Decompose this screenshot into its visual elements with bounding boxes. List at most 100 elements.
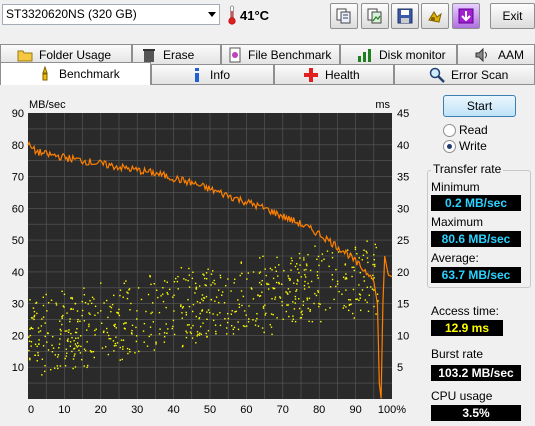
access-time-point — [347, 309, 350, 312]
access-time-point — [349, 299, 352, 301]
access-time-point — [59, 338, 61, 340]
access-time-point — [259, 271, 262, 273]
access-time-point — [185, 314, 188, 316]
access-time-point — [137, 287, 140, 289]
access-time-point — [188, 305, 191, 308]
access-time-point — [304, 280, 306, 283]
access-time-point — [264, 314, 266, 316]
save-button[interactable] — [391, 3, 419, 29]
access-time-point — [314, 292, 316, 295]
access-time-point — [119, 346, 121, 349]
access-time-point — [195, 342, 197, 344]
download-button[interactable] — [452, 3, 480, 29]
x-tick-label: 40 — [167, 404, 179, 416]
access-time-point — [159, 328, 161, 330]
access-time-point — [126, 297, 129, 300]
access-time-point — [373, 254, 375, 256]
access-time-point — [189, 331, 192, 333]
access-time-point — [345, 273, 347, 275]
info-icon — [195, 68, 199, 82]
access-time-point — [59, 365, 62, 367]
access-time-point — [34, 343, 37, 346]
access-time-point — [262, 307, 265, 309]
access-time-point — [366, 240, 368, 242]
access-time-point — [257, 294, 259, 297]
minimum-value: 0.2 MB/sec — [431, 195, 521, 211]
access-time-point — [370, 286, 372, 288]
access-time-point — [344, 278, 347, 280]
access-time-point — [237, 321, 239, 323]
access-time-point — [70, 297, 72, 299]
access-time-point — [173, 294, 175, 297]
access-time-point — [235, 310, 237, 313]
speaker-icon — [475, 47, 487, 63]
access-time-point — [143, 341, 145, 343]
tab-folder-usage[interactable]: Folder Usage — [0, 44, 132, 64]
access-time-point — [88, 323, 90, 326]
chevron-down-icon — [208, 12, 216, 17]
copy-text-button[interactable] — [330, 3, 358, 29]
access-time-point — [42, 296, 45, 298]
read-radio[interactable] — [443, 124, 456, 137]
access-time-point — [142, 330, 145, 332]
tab-aam[interactable]: AAM — [457, 44, 535, 64]
access-time-point — [335, 285, 337, 288]
options-button[interactable] — [421, 3, 449, 29]
access-time-point — [285, 310, 288, 313]
access-time-point — [140, 298, 143, 301]
file-benchmark-icon — [229, 47, 241, 63]
access-time-point — [374, 243, 377, 246]
access-time-point — [270, 313, 273, 315]
access-time-point — [69, 318, 71, 320]
access-time-point — [90, 351, 92, 353]
access-time-point — [274, 266, 277, 269]
tab-disk-monitor[interactable]: Disk monitor — [340, 44, 457, 64]
access-time-point — [153, 349, 155, 351]
access-time-point — [173, 280, 176, 283]
tab-erase[interactable]: Erase — [132, 44, 221, 64]
access-time-point — [169, 288, 171, 291]
access-time-point — [331, 274, 333, 276]
copy-image-button[interactable] — [361, 3, 389, 29]
access-time-point — [198, 334, 201, 336]
access-time-point — [50, 368, 52, 371]
access-time-point — [68, 329, 70, 331]
exit-button[interactable]: Exit — [490, 3, 535, 29]
tab-health[interactable]: Health — [274, 64, 394, 84]
access-time-point — [359, 297, 361, 299]
tab-error-scan[interactable]: Error Scan — [394, 64, 535, 84]
access-time-point — [272, 277, 275, 280]
access-time-point — [129, 309, 131, 311]
access-time-point — [230, 324, 233, 327]
access-time-point — [290, 269, 292, 271]
access-time-point — [153, 283, 155, 285]
start-button[interactable]: Start — [443, 95, 516, 117]
tab-info[interactable]: Info — [151, 64, 274, 84]
access-time-point — [281, 304, 283, 307]
access-time-point — [108, 338, 110, 340]
access-time-point — [125, 280, 127, 282]
right-tick-label: 25 — [397, 235, 409, 247]
access-time-point — [73, 355, 75, 357]
access-time-point — [150, 312, 152, 315]
write-radio[interactable] — [443, 140, 456, 153]
tab-benchmark[interactable]: Benchmark — [0, 62, 151, 85]
access-time-point — [256, 317, 258, 320]
access-time-point — [116, 311, 118, 314]
access-time-point — [56, 356, 59, 358]
health-icon — [304, 68, 318, 82]
tab-file-benchmark[interactable]: File Benchmark — [221, 44, 340, 64]
access-time-point — [227, 312, 229, 315]
access-time-point — [44, 365, 46, 367]
access-time-point — [173, 333, 176, 336]
left-tick-label: 70 — [12, 172, 24, 184]
access-time-point — [293, 308, 296, 310]
drive-select[interactable]: ST3320620NS (320 GB) — [2, 4, 220, 25]
access-time-point — [233, 326, 236, 329]
access-time-point — [373, 263, 376, 266]
access-time-point — [172, 319, 175, 322]
access-time-point — [125, 322, 127, 324]
access-time-point — [311, 320, 314, 323]
access-time-point — [83, 294, 86, 296]
access-time-point — [188, 286, 191, 288]
